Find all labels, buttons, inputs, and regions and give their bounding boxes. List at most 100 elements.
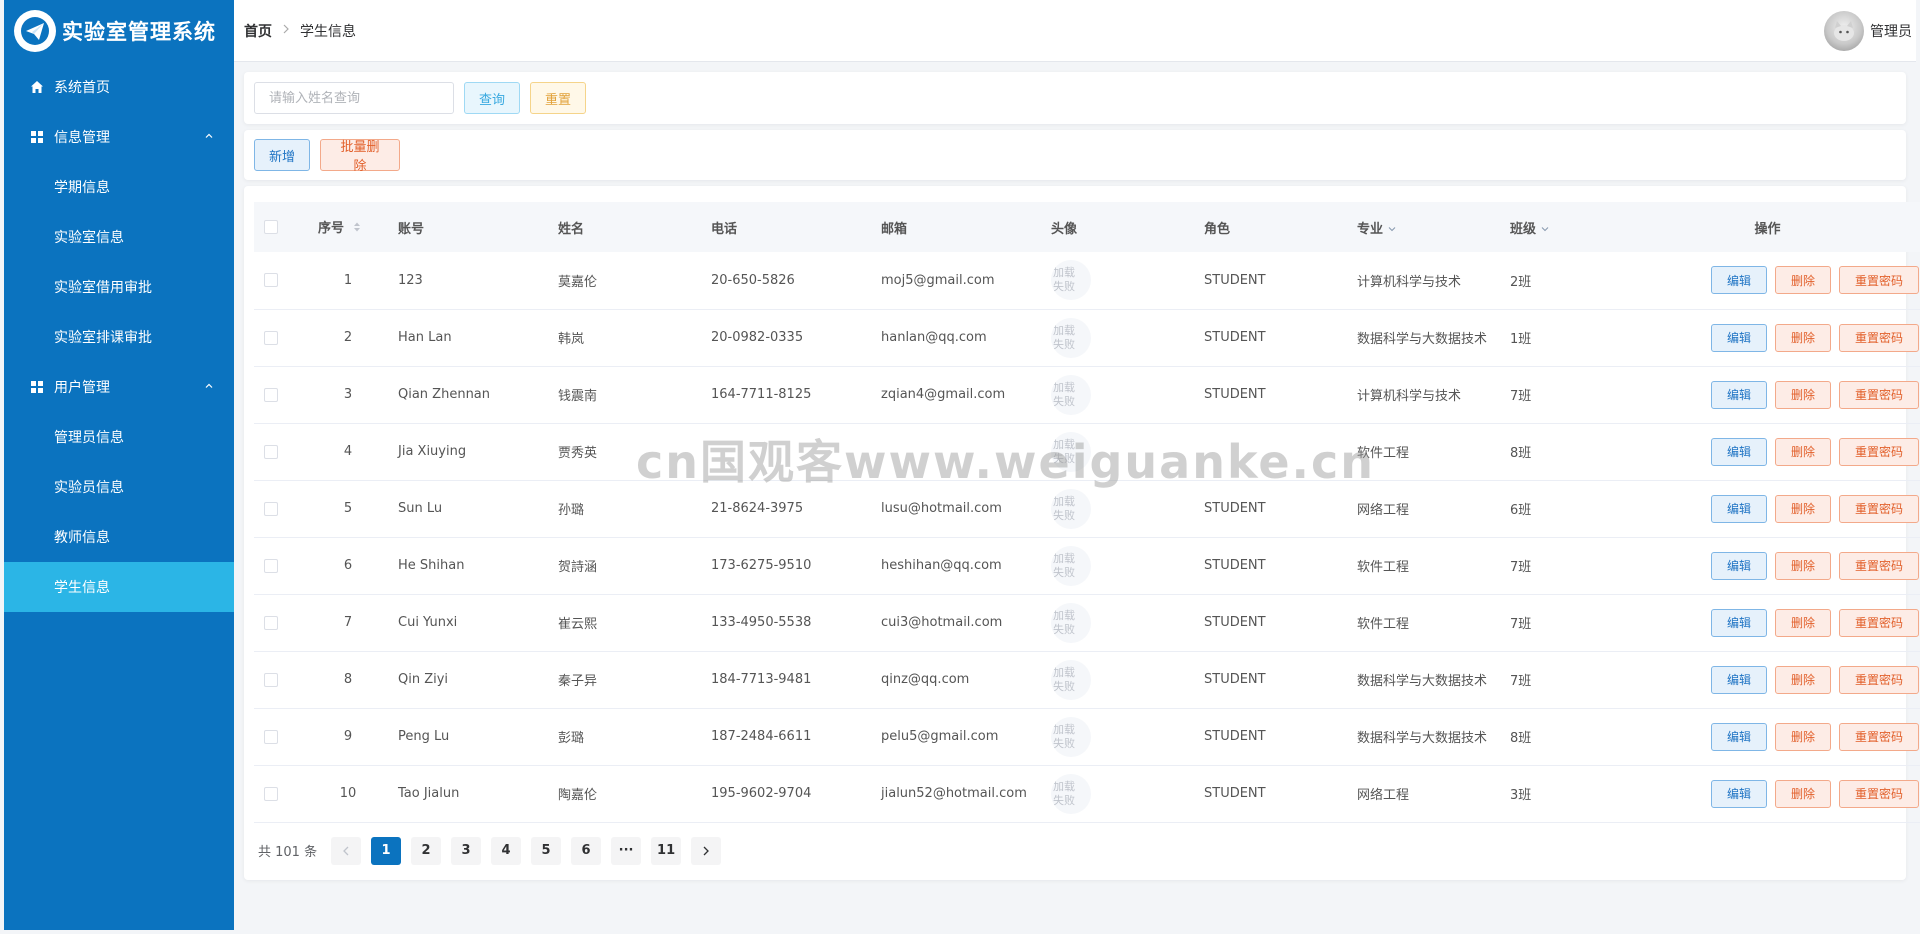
edit-button[interactable]: 编辑 — [1711, 722, 1767, 751]
edit-button[interactable]: 编辑 — [1711, 551, 1767, 580]
filter-chevron-icon[interactable] — [1388, 222, 1396, 237]
sidebar-item-lab[interactable]: 实验室信息 — [4, 212, 234, 262]
page-button[interactable]: 11 — [651, 836, 682, 865]
delete-button[interactable]: 删除 — [1775, 437, 1831, 466]
page-button[interactable]: 4 — [491, 836, 522, 865]
row-checkbox[interactable] — [264, 672, 278, 687]
cell-index: 4 — [343, 444, 353, 459]
cell-actions: 编辑 删除 重置密码 — [1590, 765, 1920, 822]
row-select-cell[interactable] — [254, 309, 308, 366]
cell-role: STUDENT — [1204, 729, 1266, 744]
reset-password-button[interactable]: 重置密码 — [1839, 608, 1919, 637]
delete-button[interactable]: 删除 — [1775, 608, 1831, 637]
page-ellipsis[interactable]: ··· — [611, 836, 642, 865]
edit-button[interactable]: 编辑 — [1711, 779, 1767, 808]
delete-button[interactable]: 删除 — [1775, 722, 1831, 751]
edit-button[interactable]: 编辑 — [1711, 608, 1767, 637]
row-select-cell[interactable] — [254, 765, 308, 822]
header-name: 姓名 — [558, 221, 585, 237]
header-role: 角色 — [1204, 221, 1231, 237]
reset-password-button[interactable]: 重置密码 — [1839, 266, 1919, 295]
page-button[interactable]: 3 — [451, 836, 482, 865]
row-select-cell[interactable] — [254, 480, 308, 537]
row-checkbox[interactable] — [264, 615, 278, 630]
sidebar-item-lab-borrow[interactable]: 实验室借用审批 — [4, 262, 234, 312]
page-button[interactable]: 2 — [411, 836, 442, 865]
row-select-cell[interactable] — [254, 708, 308, 765]
sidebar-item-home[interactable]: 系统首页 — [4, 62, 234, 112]
reset-password-button[interactable]: 重置密码 — [1839, 722, 1919, 751]
query-button[interactable]: 查询 — [464, 82, 520, 114]
row-select-cell[interactable] — [254, 651, 308, 708]
header-major[interactable]: 专业 — [1347, 202, 1500, 252]
user-menu[interactable]: 管理员 — [1824, 11, 1912, 51]
cell-role: STUDENT — [1204, 272, 1266, 288]
add-button[interactable]: 新增 — [254, 139, 310, 171]
header-select-all[interactable] — [254, 202, 308, 252]
sidebar-group-info[interactable]: 信息管理 — [4, 112, 234, 162]
cell-role: STUDENT — [1204, 501, 1266, 516]
row-checkbox[interactable] — [264, 273, 278, 288]
reset-password-button[interactable]: 重置密码 — [1839, 665, 1919, 694]
reset-password-button[interactable]: 重置密码 — [1839, 437, 1919, 466]
header-index[interactable]: 序号 — [308, 202, 388, 252]
name-search-input[interactable] — [254, 82, 454, 114]
row-select-cell[interactable] — [254, 423, 308, 480]
cell-class: 7班 — [1510, 674, 1532, 689]
delete-button[interactable]: 删除 — [1775, 323, 1831, 352]
row-checkbox[interactable] — [264, 330, 278, 345]
sort-caret-icon[interactable] — [353, 221, 361, 237]
edit-button[interactable]: 编辑 — [1711, 494, 1767, 523]
row-checkbox[interactable] — [264, 729, 278, 744]
delete-button[interactable]: 删除 — [1775, 551, 1831, 580]
filter-chevron-icon[interactable] — [1541, 222, 1549, 237]
edit-button[interactable]: 编辑 — [1711, 380, 1767, 409]
reset-password-button[interactable]: 重置密码 — [1839, 494, 1919, 523]
table-row: 5 Sun Lu 孙璐 21-8624-3975 lusu@hotmail.com 加载失… — [254, 480, 1920, 537]
reset-password-button[interactable]: 重置密码 — [1839, 779, 1919, 808]
delete-button[interactable]: 删除 — [1775, 380, 1831, 409]
sidebar-item-semester[interactable]: 学期信息 — [4, 162, 234, 212]
reset-password-button[interactable]: 重置密码 — [1839, 551, 1919, 580]
cell-account: Jia Xiuying — [398, 444, 467, 459]
row-select-cell[interactable] — [254, 594, 308, 651]
sidebar-group-users[interactable]: 用户管理 — [4, 362, 234, 412]
delete-button[interactable]: 删除 — [1775, 266, 1831, 295]
row-checkbox[interactable] — [264, 558, 278, 573]
edit-button[interactable]: 编辑 — [1711, 665, 1767, 694]
sidebar-item-lab-staff[interactable]: 实验员信息 — [4, 462, 234, 512]
edit-button[interactable]: 编辑 — [1711, 323, 1767, 352]
row-checkbox[interactable] — [264, 387, 278, 402]
sidebar-item-student[interactable]: 学生信息 — [4, 562, 234, 612]
sidebar-item-teacher[interactable]: 教师信息 — [4, 512, 234, 562]
breadcrumb-home[interactable]: 首页 — [244, 21, 272, 41]
sidebar-item-admin[interactable]: 管理员信息 — [4, 412, 234, 462]
row-select-cell[interactable] — [254, 252, 308, 309]
delete-button[interactable]: 删除 — [1775, 665, 1831, 694]
delete-button[interactable]: 删除 — [1775, 779, 1831, 808]
delete-button[interactable]: 删除 — [1775, 494, 1831, 523]
batch-delete-button[interactable]: 批量删除 — [320, 139, 400, 174]
select-all-checkbox[interactable] — [264, 220, 278, 234]
page-button[interactable]: 1 — [371, 836, 402, 865]
page-button[interactable]: 5 — [531, 836, 562, 865]
row-select-cell[interactable] — [254, 537, 308, 594]
table-header-row: 序号 账号 姓名 电话 邮箱 头像 角色 专业 班级 操作 — [254, 202, 1920, 252]
row-checkbox[interactable] — [264, 501, 278, 516]
reset-password-button[interactable]: 重置密码 — [1839, 380, 1919, 409]
sidebar-item-lab-schedule[interactable]: 实验室排课审批 — [4, 312, 234, 362]
header-class[interactable]: 班级 — [1500, 202, 1590, 252]
reset-button[interactable]: 重置 — [530, 82, 586, 114]
reset-password-button[interactable]: 重置密码 — [1839, 323, 1919, 352]
edit-button[interactable]: 编辑 — [1711, 437, 1767, 466]
row-checkbox[interactable] — [264, 444, 278, 459]
cell-phone: 21-8624-3975 — [711, 501, 804, 516]
row-checkbox[interactable] — [264, 786, 278, 801]
row-select-cell[interactable] — [254, 366, 308, 423]
page-button[interactable]: 6 — [571, 836, 602, 865]
next-page-button[interactable] — [691, 836, 722, 865]
edit-button[interactable]: 编辑 — [1711, 266, 1767, 295]
prev-page-button[interactable] — [331, 836, 362, 865]
paper-plane-icon — [14, 10, 56, 52]
cell-actions: 编辑 删除 重置密码 — [1590, 252, 1920, 309]
